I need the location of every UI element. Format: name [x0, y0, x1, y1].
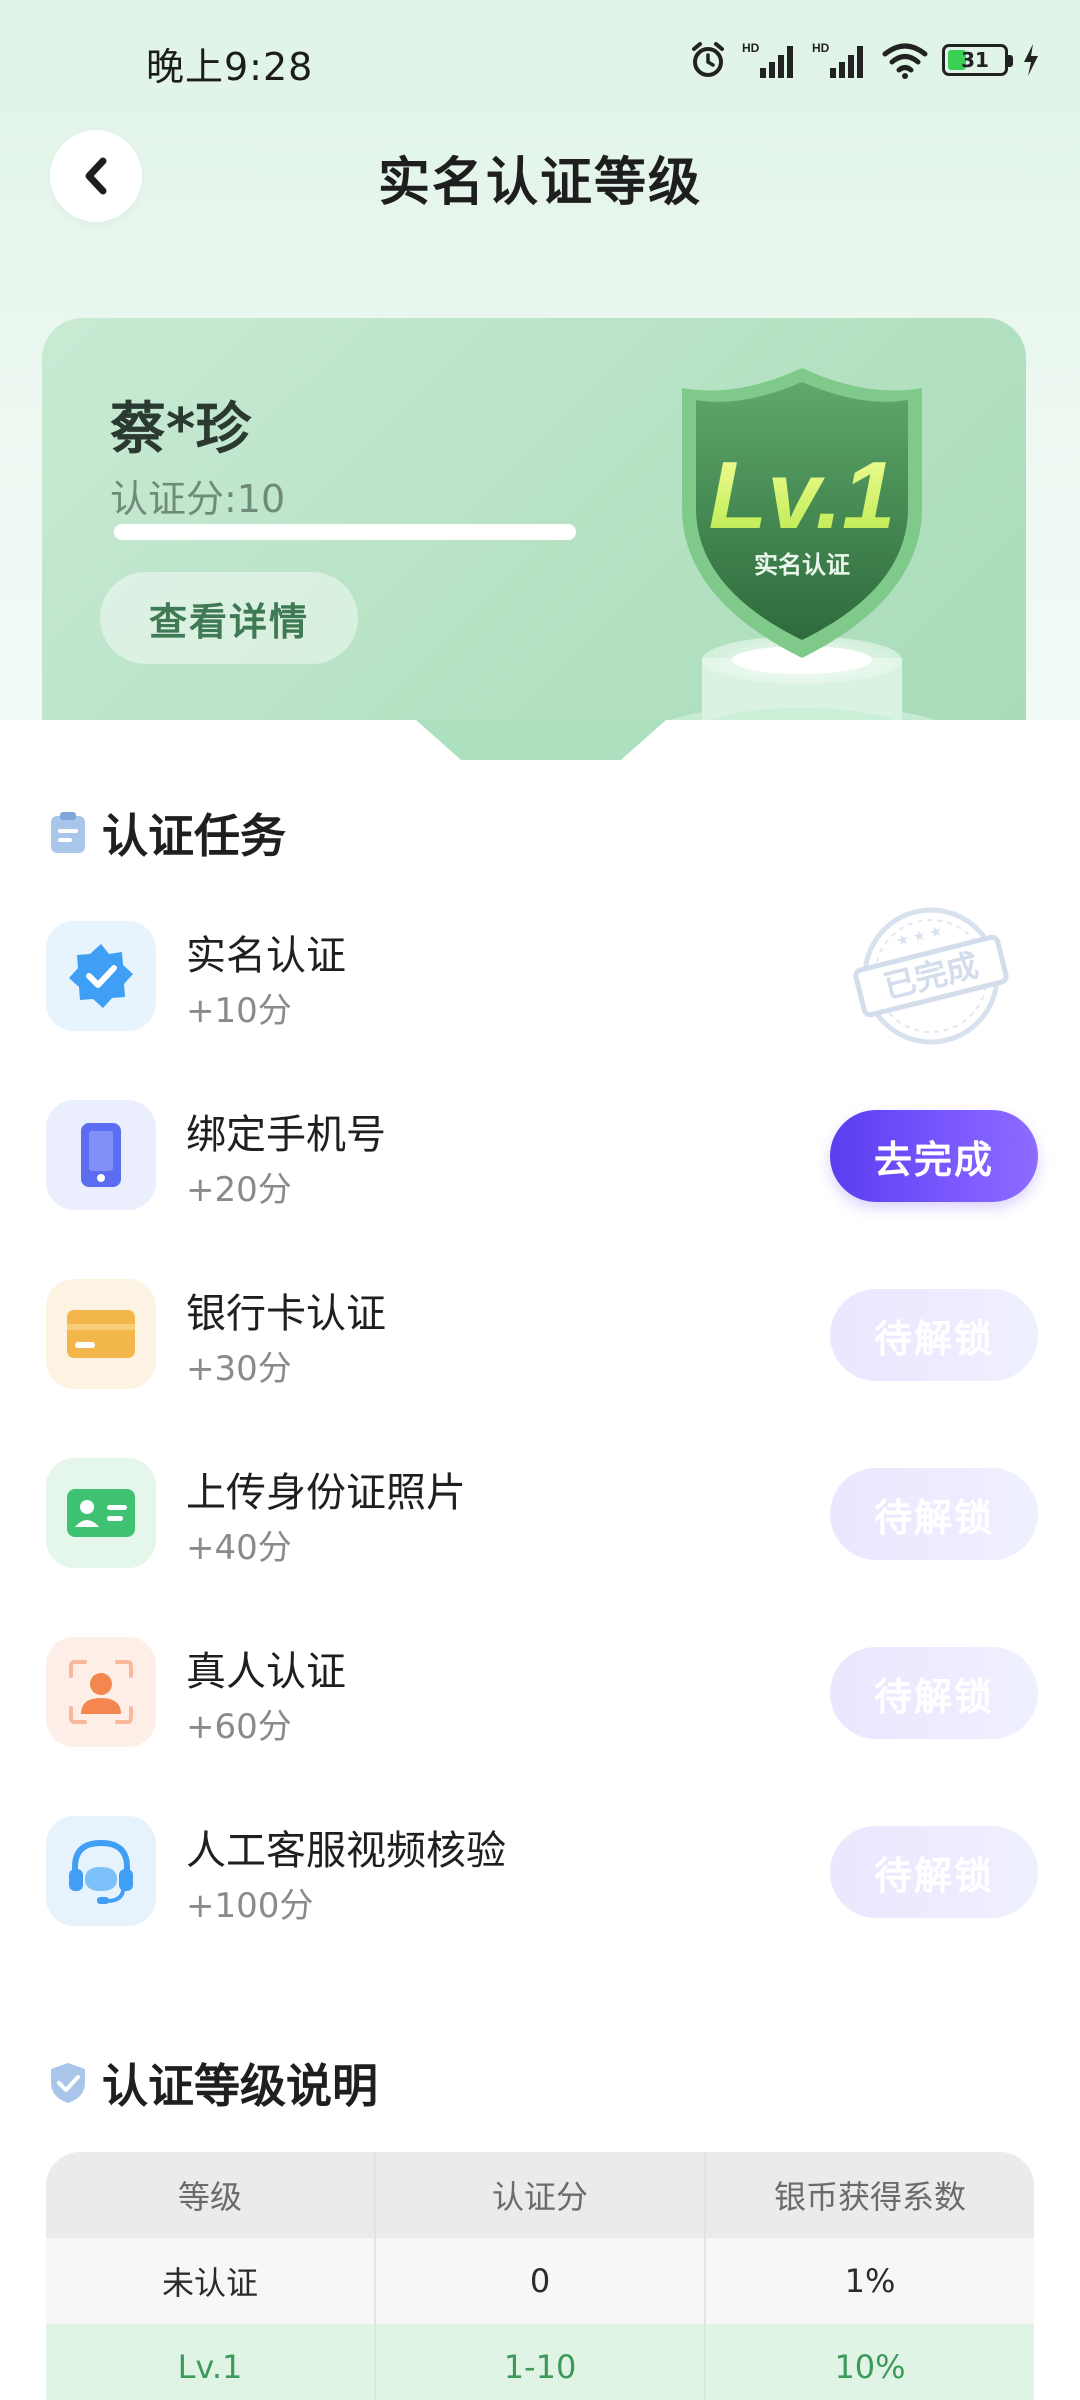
alarm-icon [692, 42, 724, 77]
level-table: 等级 认证分 银币获得系数 未认证 0 1% Lv.1 1-10 10% [46, 2152, 1034, 2400]
view-details-button[interactable]: 查看详情 [100, 572, 358, 664]
id-card-icon [67, 1489, 135, 1537]
verified-badge-icon [69, 944, 133, 1008]
shield-check-icon [51, 2063, 85, 2103]
phone-icon [81, 1123, 121, 1187]
completed-stamp-icon: 已完成 ★ ★ ★ [853, 907, 1009, 1045]
level-card: 蔡*珍 认证分:10 查看详情 Lv.1 实名认证 [42, 318, 1026, 758]
task-name: 绑定手机号 [186, 1112, 386, 1158]
status-bar: 晚上9:28 HD HD 31 [0, 0, 1080, 120]
task-item-face-verify: 真人认证 +60分 待解锁 [46, 1637, 1038, 1747]
wifi-icon [882, 43, 928, 79]
task-item-bind-phone: 绑定手机号 +20分 去完成 [46, 1100, 1038, 1210]
levels-section-title: 认证等级说明 [48, 2050, 378, 2116]
task-name: 上传身份证照片 [186, 1470, 466, 1516]
table-cell: Lv.1 [46, 2324, 376, 2400]
signal-hd-icon-1: HD [742, 41, 793, 78]
task-points: +30分 [186, 1349, 292, 1389]
task-icon-phone [46, 1100, 156, 1210]
task-name: 银行卡认证 [186, 1291, 386, 1337]
table-cell: 0 [376, 2238, 706, 2324]
table-cell: 未认证 [46, 2238, 376, 2324]
task-item-realname: 实名认证 +10分 已完成 ★ ★ ★ [46, 907, 1036, 1045]
table-cell: 1-10 [376, 2324, 706, 2400]
svg-text:HD: HD [742, 41, 760, 55]
page-title: 实名认证等级 [377, 153, 702, 213]
headset-icon [69, 1839, 133, 1904]
task-icon-bank-card [46, 1279, 156, 1389]
go-complete-button[interactable]: 去完成 [830, 1110, 1038, 1202]
locked-button[interactable]: 待解锁 [830, 1647, 1038, 1739]
status-icons: HD HD 31 [688, 38, 1040, 82]
battery-indicator: 31 [942, 44, 1013, 76]
battery-level: 31 [961, 48, 989, 72]
tasks-section-title: 认证任务 [48, 800, 286, 866]
table-header-cell: 认证分 [376, 2152, 706, 2238]
levels-section-label: 认证等级说明 [102, 2059, 378, 2113]
task-points: +20分 [186, 1170, 292, 1210]
table-header-cell: 等级 [46, 2152, 376, 2238]
task-points: +60分 [186, 1707, 292, 1747]
status-time: 晚上9:28 [146, 45, 314, 89]
task-icon-id-card [46, 1458, 156, 1568]
task-icon-headset [46, 1816, 156, 1926]
table-row: 未认证 0 1% [46, 2238, 1034, 2324]
table-cell: 10% [834, 2348, 906, 2386]
task-points: +100分 [186, 1886, 314, 1926]
task-name: 人工客服视频核验 [186, 1828, 506, 1874]
table-header-cell: 银币获得系数 [773, 2178, 966, 2216]
cert-score: 认证分:10 [110, 477, 286, 521]
task-item-video-verify: 人工客服视频核验 +100分 待解锁 [46, 1816, 1038, 1926]
svg-text:HD: HD [812, 41, 830, 55]
face-scan-icon [69, 1660, 133, 1724]
locked-button[interactable]: 待解锁 [830, 1289, 1038, 1381]
locked-button[interactable]: 待解锁 [830, 1826, 1038, 1918]
task-name: 真人认证 [186, 1649, 346, 1695]
task-points: +10分 [186, 991, 292, 1031]
score-progress-fill [114, 524, 576, 540]
table-cell: 1% [844, 2262, 896, 2300]
charging-icon [1024, 44, 1038, 76]
badge-caption: 实名认证 [754, 551, 850, 579]
signal-hd-icon-2: HD [812, 41, 863, 78]
task-icon-face [46, 1637, 156, 1747]
level-shield-badge-icon: Lv.1 实名认证 [652, 368, 952, 758]
task-icon-realname [46, 921, 156, 1031]
bank-card-icon [67, 1310, 135, 1358]
badge-level-text: Lv.1 [709, 442, 896, 549]
clipboard-icon [51, 812, 85, 853]
task-name: 实名认证 [186, 933, 346, 979]
table-header-row: 等级 认证分 银币获得系数 [46, 2152, 1034, 2238]
table-row-current-level: Lv.1 1-10 10% [46, 2324, 1034, 2400]
locked-button[interactable]: 待解锁 [830, 1468, 1038, 1560]
task-points: +40分 [186, 1528, 292, 1568]
tasks-section-label: 认证任务 [102, 809, 286, 863]
task-item-id-photo: 上传身份证照片 +40分 待解锁 [46, 1458, 1038, 1568]
score-progress-bar [114, 524, 576, 540]
user-name: 蔡*珍 [110, 397, 252, 462]
task-item-bank-card: 银行卡认证 +30分 待解锁 [46, 1279, 1038, 1389]
